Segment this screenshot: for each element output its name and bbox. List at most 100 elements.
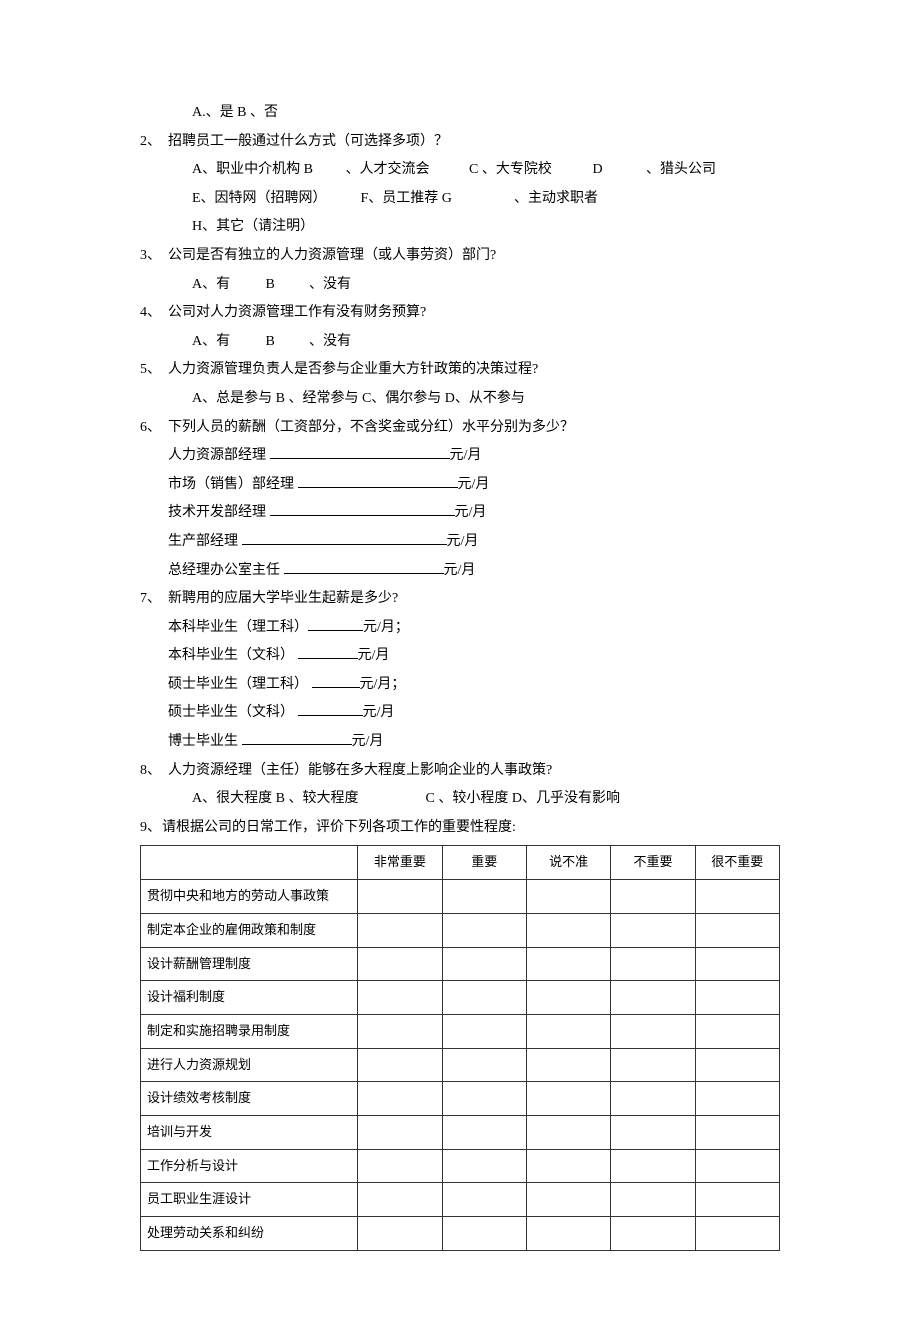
table-cell[interactable] xyxy=(611,981,695,1015)
table-cell[interactable] xyxy=(526,913,610,947)
q7-r1-label: 本科毕业生（理工科） xyxy=(168,620,308,635)
table-cell[interactable] xyxy=(442,981,526,1015)
q2-opt-a-b: A、职业中介机构 B xyxy=(192,157,342,184)
table-cell[interactable] xyxy=(611,947,695,981)
table-cell[interactable] xyxy=(695,1048,779,1082)
q6-r1-unit: 元/月 xyxy=(450,448,482,463)
q6: 6、 下列人员的薪酬（工资部分，不含奖金或分红）水平分别为多少？ xyxy=(140,415,780,442)
table-cell[interactable] xyxy=(611,913,695,947)
table-cell[interactable] xyxy=(358,913,442,947)
q7-r4-unit: 元/月 xyxy=(363,705,395,720)
table-row: 设计绩效考核制度 xyxy=(141,1082,780,1116)
table-cell[interactable] xyxy=(358,1183,442,1217)
q7-r5-unit: 元/月 xyxy=(352,734,384,749)
blank-field[interactable] xyxy=(284,573,444,574)
q4-text: 公司对人力资源管理工作有没有财务预算? xyxy=(168,300,426,327)
table-cell[interactable] xyxy=(611,1217,695,1251)
table-cell[interactable] xyxy=(442,1217,526,1251)
table-cell[interactable] xyxy=(442,947,526,981)
q7-r1: 本科毕业生（理工科）元/月； xyxy=(140,615,780,642)
table-cell[interactable] xyxy=(358,1115,442,1149)
table-cell[interactable] xyxy=(442,880,526,914)
table-row: 设计薪酬管理制度 xyxy=(141,947,780,981)
q2-opt-c: C 、大专院校 xyxy=(469,157,589,184)
q5: 5、 人力资源管理负责人是否参与企业重大方针政策的决策过程? xyxy=(140,357,780,384)
blank-field[interactable] xyxy=(298,487,458,488)
table-cell[interactable] xyxy=(526,1082,610,1116)
table-cell[interactable] xyxy=(358,1217,442,1251)
table-cell[interactable] xyxy=(358,981,442,1015)
q2-opt-f-g: F、员工推荐 G xyxy=(361,186,511,213)
table-cell[interactable] xyxy=(695,947,779,981)
q3-opts: A、有 B 、没有 xyxy=(140,272,780,299)
blank-field[interactable] xyxy=(242,544,447,545)
table-cell[interactable] xyxy=(526,880,610,914)
q6-r4: 生产部经理 元/月 xyxy=(140,529,780,556)
blank-field[interactable] xyxy=(298,658,358,659)
q8-opt-ab: A、很大程度 B 、较大程度 xyxy=(192,786,422,813)
q3-opt-a: A、有 xyxy=(192,272,262,299)
q6-r3-label: 技术开发部经理 xyxy=(168,505,270,520)
blank-field[interactable] xyxy=(308,630,363,631)
table-cell[interactable] xyxy=(442,1048,526,1082)
blank-field[interactable] xyxy=(312,687,360,688)
q6-r4-label: 生产部经理 xyxy=(168,534,242,549)
table-cell[interactable] xyxy=(358,1149,442,1183)
table-cell[interactable] xyxy=(695,981,779,1015)
table-cell[interactable] xyxy=(526,1149,610,1183)
table-cell[interactable] xyxy=(358,1014,442,1048)
table-cell[interactable] xyxy=(611,1149,695,1183)
table-cell[interactable] xyxy=(442,1149,526,1183)
table-cell[interactable] xyxy=(695,1217,779,1251)
row-label: 工作分析与设计 xyxy=(141,1149,358,1183)
table-cell[interactable] xyxy=(526,1217,610,1251)
table-cell[interactable] xyxy=(526,1115,610,1149)
table-cell[interactable] xyxy=(358,1082,442,1116)
table-cell[interactable] xyxy=(442,1183,526,1217)
table-cell[interactable] xyxy=(611,1183,695,1217)
q8-num: 8、 xyxy=(140,758,168,785)
th-h4: 很不重要 xyxy=(695,846,779,880)
table-cell[interactable] xyxy=(526,947,610,981)
blank-field[interactable] xyxy=(298,715,363,716)
table-cell[interactable] xyxy=(695,1082,779,1116)
q7-r5-label: 博士毕业生 xyxy=(168,734,242,749)
q2-opt-e: E、因特网（招聘网） xyxy=(192,186,357,213)
q7-r3-label: 硕士毕业生（理工科） xyxy=(168,677,312,692)
table-cell[interactable] xyxy=(526,1048,610,1082)
table-cell[interactable] xyxy=(442,1082,526,1116)
th-h1: 重要 xyxy=(442,846,526,880)
table-cell[interactable] xyxy=(442,1115,526,1149)
blank-field[interactable] xyxy=(270,458,450,459)
q3-opt-b-txt: 、没有 xyxy=(309,272,351,299)
blank-field[interactable] xyxy=(242,744,352,745)
table-cell[interactable] xyxy=(695,1149,779,1183)
q2-opts-line2: E、因特网（招聘网） F、员工推荐 G 、主动求职者 xyxy=(140,186,780,213)
table-cell[interactable] xyxy=(695,1183,779,1217)
table-cell[interactable] xyxy=(695,880,779,914)
q1-options: A.、是 B 、否 xyxy=(140,100,780,127)
q6-r1: 人力资源部经理 元/月 xyxy=(140,443,780,470)
table-cell[interactable] xyxy=(526,981,610,1015)
q4-num: 4、 xyxy=(140,300,168,327)
th-h2: 说不准 xyxy=(526,846,610,880)
q5-opts: A、总是参与 B 、经常参与 C、偶尔参与 D、从不参与 xyxy=(140,386,780,413)
table-cell[interactable] xyxy=(526,1183,610,1217)
table-cell[interactable] xyxy=(695,913,779,947)
table-cell[interactable] xyxy=(526,1014,610,1048)
table-cell[interactable] xyxy=(442,913,526,947)
table-cell[interactable] xyxy=(611,1014,695,1048)
table-cell[interactable] xyxy=(611,1115,695,1149)
table-cell[interactable] xyxy=(442,1014,526,1048)
blank-field[interactable] xyxy=(270,515,455,516)
row-label: 制定本企业的雇佣政策和制度 xyxy=(141,913,358,947)
table-cell[interactable] xyxy=(358,947,442,981)
table-cell[interactable] xyxy=(611,1048,695,1082)
table-cell[interactable] xyxy=(695,1115,779,1149)
table-cell[interactable] xyxy=(611,880,695,914)
table-cell[interactable] xyxy=(695,1014,779,1048)
table-cell[interactable] xyxy=(611,1082,695,1116)
table-cell[interactable] xyxy=(358,1048,442,1082)
table-cell[interactable] xyxy=(358,880,442,914)
q7-r3-unit: 元/月； xyxy=(360,677,406,692)
